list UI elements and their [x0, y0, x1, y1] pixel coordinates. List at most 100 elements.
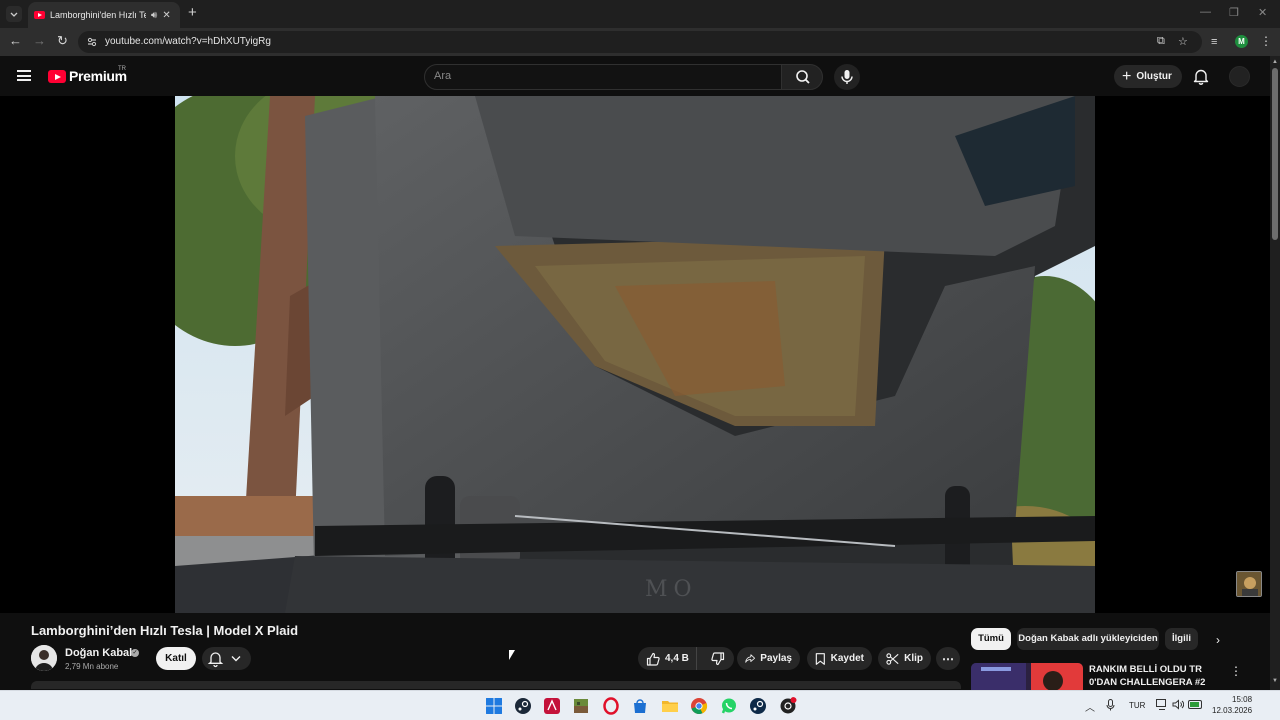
reload-icon[interactable]: ↻	[57, 34, 68, 48]
ea-app-icon[interactable]	[779, 697, 797, 715]
tray-microphone-icon[interactable]	[1106, 699, 1115, 711]
install-app-icon[interactable]: ⧉	[1157, 35, 1165, 48]
channel-name[interactable]: Doğan Kabak	[65, 647, 135, 659]
channel-watermark[interactable]	[1236, 571, 1262, 597]
chip-all[interactable]: Tümü	[971, 628, 1011, 650]
dislike-button[interactable]	[702, 647, 734, 670]
description-box[interactable]	[31, 681, 961, 689]
watermark-image	[1237, 572, 1261, 596]
channel-avatar-image	[31, 645, 57, 671]
tray-overflow-chevron-icon[interactable]: ︿	[1085, 699, 1095, 714]
steam-icon[interactable]	[514, 697, 532, 715]
windows-taskbar: ︿ TUR 15:08 12.03.2026	[0, 690, 1280, 720]
voice-search-button[interactable]	[834, 64, 860, 90]
thumbs-up-icon	[646, 652, 660, 666]
scrollbar-thumb[interactable]	[1272, 68, 1278, 240]
profile-avatar[interactable]: M	[1235, 35, 1248, 48]
recommendation-thumbnail[interactable]	[971, 663, 1083, 690]
adobe-acrobat-icon[interactable]	[543, 697, 561, 715]
scroll-down-arrow-icon[interactable]: ▼	[1272, 678, 1278, 684]
minimize-icon[interactable]: —	[1200, 6, 1211, 18]
bookmark-icon	[815, 652, 825, 665]
verified-badge-icon: ✓	[131, 649, 139, 657]
save-label: Kaydet	[830, 653, 864, 664]
tab-title: Lamborghini'den Hızlı Tesla	[50, 10, 146, 20]
volume-icon[interactable]	[1172, 699, 1184, 710]
share-button[interactable]: Paylaş	[737, 647, 800, 670]
search-box	[424, 64, 782, 90]
chrome-menu-icon[interactable]: ⋮	[1260, 34, 1272, 48]
bell-with-chevron-icon	[207, 652, 241, 668]
microsoft-store-icon[interactable]	[631, 697, 649, 715]
create-button[interactable]: + Oluştur	[1114, 65, 1182, 88]
network-icon[interactable]	[1156, 699, 1168, 710]
subscriber-count: 2,79 Mn abone	[65, 662, 119, 671]
tab-search-button[interactable]	[6, 6, 22, 22]
steam-2-icon[interactable]	[749, 697, 767, 715]
youtube-favicon-icon	[34, 11, 45, 19]
search-icon	[796, 70, 810, 84]
recommendation-menu-icon[interactable]: ⋮	[1230, 664, 1242, 678]
address-bar[interactable]: youtube.com/watch?v=hDhXUTyigRg ⧉ ☆	[78, 31, 1202, 53]
restore-icon[interactable]: ❐	[1229, 6, 1239, 19]
speaker-icon[interactable]: 🔊︎	[151, 10, 157, 21]
back-arrow-icon[interactable]: ←	[9, 34, 22, 48]
chip-related[interactable]: İlgili	[1165, 628, 1198, 650]
site-info-icon[interactable]	[86, 36, 98, 48]
media-controls-icon[interactable]: ≡	[1211, 36, 1217, 48]
windows-start-icon[interactable]	[485, 697, 503, 715]
account-avatar[interactable]	[1229, 66, 1250, 87]
window-close-icon[interactable]: ✕	[1258, 6, 1267, 19]
chip-from-uploader[interactable]: Doğan Kabak adlı yükleyiciden	[1017, 628, 1159, 650]
bookmark-star-icon[interactable]: ☆	[1178, 35, 1188, 48]
scissors-icon	[886, 652, 899, 665]
whatsapp-icon[interactable]	[720, 697, 738, 715]
scroll-up-arrow-icon[interactable]: ▲	[1272, 59, 1278, 65]
page-scrollbar[interactable]: ▲ ▼	[1270, 56, 1280, 690]
clip-label: Klip	[904, 653, 923, 664]
youtube-masthead: Premium TR + Oluştur	[0, 56, 1270, 96]
search-button[interactable]	[781, 64, 823, 90]
recommendation-thumbnail-image	[971, 663, 1083, 690]
like-count: 4,4 B	[665, 653, 689, 664]
hamburger-menu-icon[interactable]	[17, 70, 31, 81]
subscription-notifications-button[interactable]	[202, 647, 251, 670]
opera-gx-icon[interactable]	[602, 697, 620, 715]
channel-avatar[interactable]	[31, 645, 57, 671]
recommendation-title[interactable]: RANKIM BELLİ OLDU TR 0'DAN CHALLENGERA #…	[1089, 663, 1229, 689]
input-language-indicator[interactable]: TUR	[1129, 701, 1145, 710]
chevron-down-icon	[10, 12, 18, 17]
forward-arrow-icon[interactable]: →	[33, 34, 46, 48]
car-badge-letters: MO	[645, 577, 698, 602]
chevron-right-icon[interactable]: ›	[1216, 633, 1220, 647]
clock-time[interactable]: 15:08	[1232, 695, 1252, 704]
minecraft-icon[interactable]	[572, 697, 590, 715]
battery-icon[interactable]	[1188, 700, 1202, 709]
browser-tab[interactable]: Lamborghini'den Hızlı Tesla 🔊︎ ✕	[28, 2, 180, 28]
search-input[interactable]	[434, 70, 764, 82]
new-tab-button[interactable]: +	[188, 5, 197, 21]
notifications-bell-icon[interactable]	[1193, 68, 1209, 85]
video-player[interactable]: MO	[0, 96, 1270, 613]
video-content-image: MO	[175, 96, 1095, 613]
share-label: Paylaş	[760, 653, 792, 664]
video-frame[interactable]: MO	[175, 96, 1095, 613]
clip-button[interactable]: Klip	[878, 647, 931, 670]
more-horizontal-icon: ⋯	[942, 651, 954, 666]
tab-close-button[interactable]: ✕	[162, 10, 170, 21]
browser-tab-strip: Lamborghini'den Hızlı Tesla 🔊︎ ✕ + — ❐ ✕	[0, 0, 1280, 28]
join-button[interactable]: Katıl	[156, 647, 196, 670]
url-text[interactable]: youtube.com/watch?v=hDhXUTyigRg	[105, 36, 271, 47]
like-button[interactable]: 4,4 B	[638, 647, 697, 670]
save-button[interactable]: Kaydet	[807, 647, 872, 670]
file-explorer-icon[interactable]	[661, 697, 679, 715]
like-dislike-group: 4,4 B	[638, 647, 734, 670]
youtube-logo-icon[interactable]	[48, 70, 66, 83]
thumbs-down-icon	[711, 651, 725, 665]
more-actions-button[interactable]: ⋯	[936, 647, 960, 670]
clock-date[interactable]: 12.03.2026	[1212, 706, 1252, 715]
chrome-icon[interactable]	[690, 697, 708, 715]
browser-toolbar: ← → ↻ youtube.com/watch?v=hDhXUTyigRg ⧉ …	[0, 28, 1280, 56]
microphone-icon	[841, 70, 853, 84]
plus-icon: +	[1122, 67, 1132, 85]
